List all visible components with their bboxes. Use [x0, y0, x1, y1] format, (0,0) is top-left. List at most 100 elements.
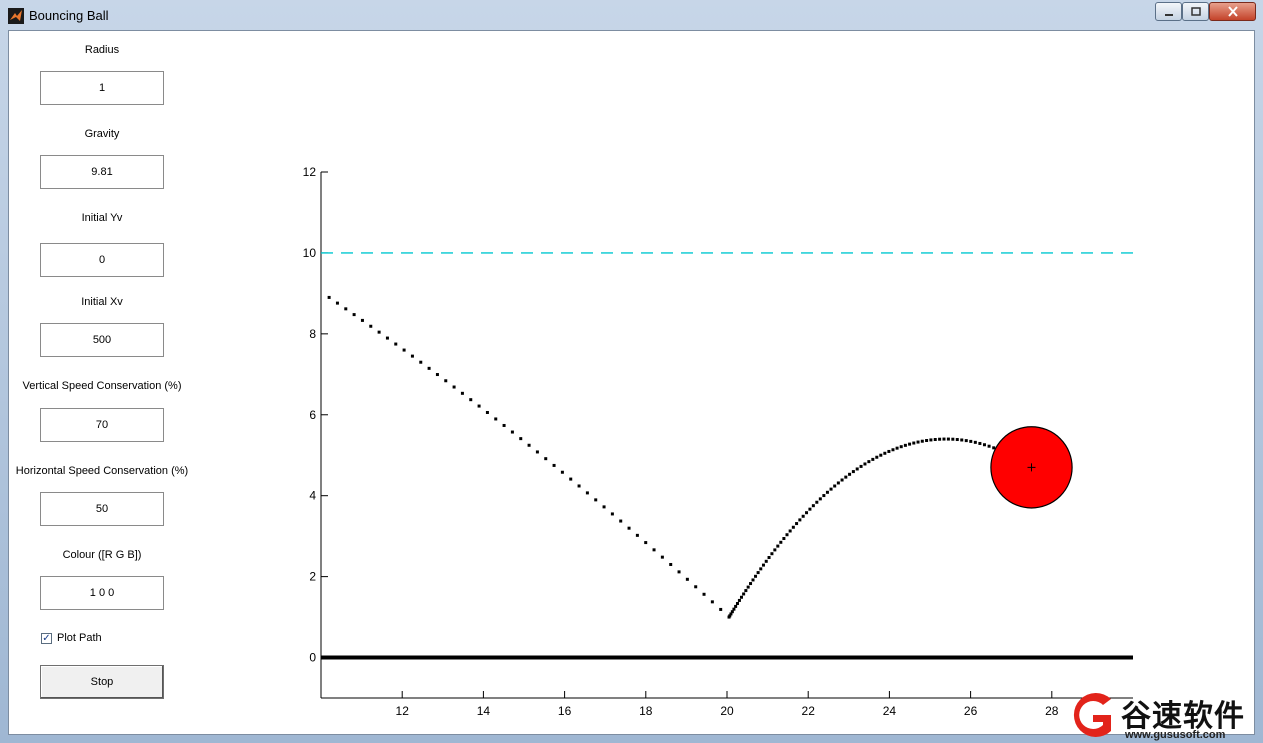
- x-tick-label: 24: [883, 704, 897, 718]
- title-bar[interactable]: Bouncing Ball: [0, 0, 1263, 30]
- close-icon: [1227, 6, 1238, 17]
- path-point: [749, 582, 753, 586]
- maximize-icon: [1190, 6, 1201, 16]
- path-point: [951, 437, 955, 441]
- path-point: [891, 448, 895, 452]
- path-point: [895, 446, 899, 450]
- path-point: [494, 417, 498, 421]
- path-point: [833, 484, 837, 488]
- path-point: [402, 348, 406, 352]
- path-point: [552, 463, 556, 467]
- path-point: [942, 437, 946, 441]
- path-point: [782, 537, 786, 541]
- path-point: [527, 443, 531, 447]
- x-tick-label: 18: [639, 704, 653, 718]
- path-point: [410, 354, 414, 358]
- path-point: [751, 578, 755, 582]
- path-point: [754, 574, 758, 578]
- path-point: [875, 455, 879, 459]
- path-point: [669, 562, 673, 566]
- path-point: [737, 598, 741, 602]
- path-point: [660, 555, 664, 559]
- path-point: [903, 443, 907, 447]
- x-tick-label: 22: [802, 704, 816, 718]
- path-point: [394, 342, 398, 346]
- close-button[interactable]: [1209, 2, 1256, 21]
- path-point: [560, 470, 564, 474]
- path-point: [851, 470, 855, 474]
- path-point: [987, 444, 991, 448]
- path-point: [385, 336, 389, 340]
- path-point: [444, 379, 448, 383]
- y-tick-label: 6: [309, 408, 316, 422]
- path-point: [795, 522, 799, 526]
- path-point: [770, 552, 774, 556]
- path-point: [452, 385, 456, 389]
- path-point: [652, 548, 656, 552]
- path-point: [635, 533, 639, 537]
- path-point: [685, 577, 689, 581]
- path-point: [627, 526, 631, 530]
- path-point: [785, 533, 789, 537]
- path-point: [801, 514, 805, 518]
- path-point: [427, 366, 431, 370]
- path-point: [719, 607, 723, 611]
- path-point: [955, 438, 959, 442]
- minimize-icon: [1164, 13, 1173, 16]
- path-point: [978, 441, 982, 445]
- path-point: [916, 440, 920, 444]
- path-point: [887, 449, 891, 453]
- path-point: [960, 438, 964, 442]
- path-point: [912, 441, 916, 445]
- path-point: [732, 607, 736, 611]
- watermark: 谷速软件 www.gususoft.com: [1063, 689, 1261, 741]
- y-tick-label: 2: [309, 570, 316, 584]
- path-point: [920, 439, 924, 443]
- x-tick-label: 20: [720, 704, 734, 718]
- path-point: [369, 324, 373, 328]
- x-tick-label: 28: [1045, 704, 1059, 718]
- maximize-button[interactable]: [1182, 2, 1209, 21]
- path-point: [840, 478, 844, 482]
- figure-area: Radius 1 Gravity 9.81 Initial Yv 0 Initi…: [8, 30, 1255, 741]
- path-point: [327, 295, 331, 299]
- path-point: [485, 410, 489, 414]
- x-tick-label: 14: [477, 704, 491, 718]
- path-point: [829, 487, 833, 491]
- x-tick-label: 16: [558, 704, 572, 718]
- path-point: [969, 439, 973, 443]
- path-point: [734, 604, 738, 608]
- path-point: [815, 500, 819, 504]
- path-point: [964, 439, 968, 443]
- path-point: [735, 602, 739, 606]
- path-point: [848, 472, 852, 476]
- path-point: [867, 460, 871, 464]
- path-point: [899, 445, 903, 449]
- path-point: [360, 318, 364, 322]
- path-point: [759, 567, 763, 571]
- path-point: [818, 497, 822, 501]
- path-point: [822, 494, 826, 498]
- path-point: [908, 442, 912, 446]
- path-point: [694, 585, 698, 589]
- path-point: [946, 437, 950, 441]
- path-point: [798, 518, 802, 522]
- path-point: [811, 504, 815, 508]
- path-point: [602, 505, 606, 509]
- minimize-button[interactable]: [1155, 2, 1182, 21]
- path-point: [677, 570, 681, 574]
- path-point: [938, 437, 942, 441]
- path-point: [585, 491, 589, 495]
- path-point: [469, 398, 473, 402]
- watermark-url: www.gususoft.com: [1125, 729, 1226, 741]
- path-point: [435, 373, 439, 377]
- path-point: [871, 457, 875, 461]
- path-point: [744, 589, 748, 593]
- path-point: [352, 313, 356, 317]
- path-point: [502, 423, 506, 427]
- path-point: [519, 437, 523, 441]
- path-point: [767, 556, 771, 560]
- x-tick-label: 12: [396, 704, 410, 718]
- y-tick-label: 10: [303, 246, 317, 260]
- path-point: [610, 512, 614, 516]
